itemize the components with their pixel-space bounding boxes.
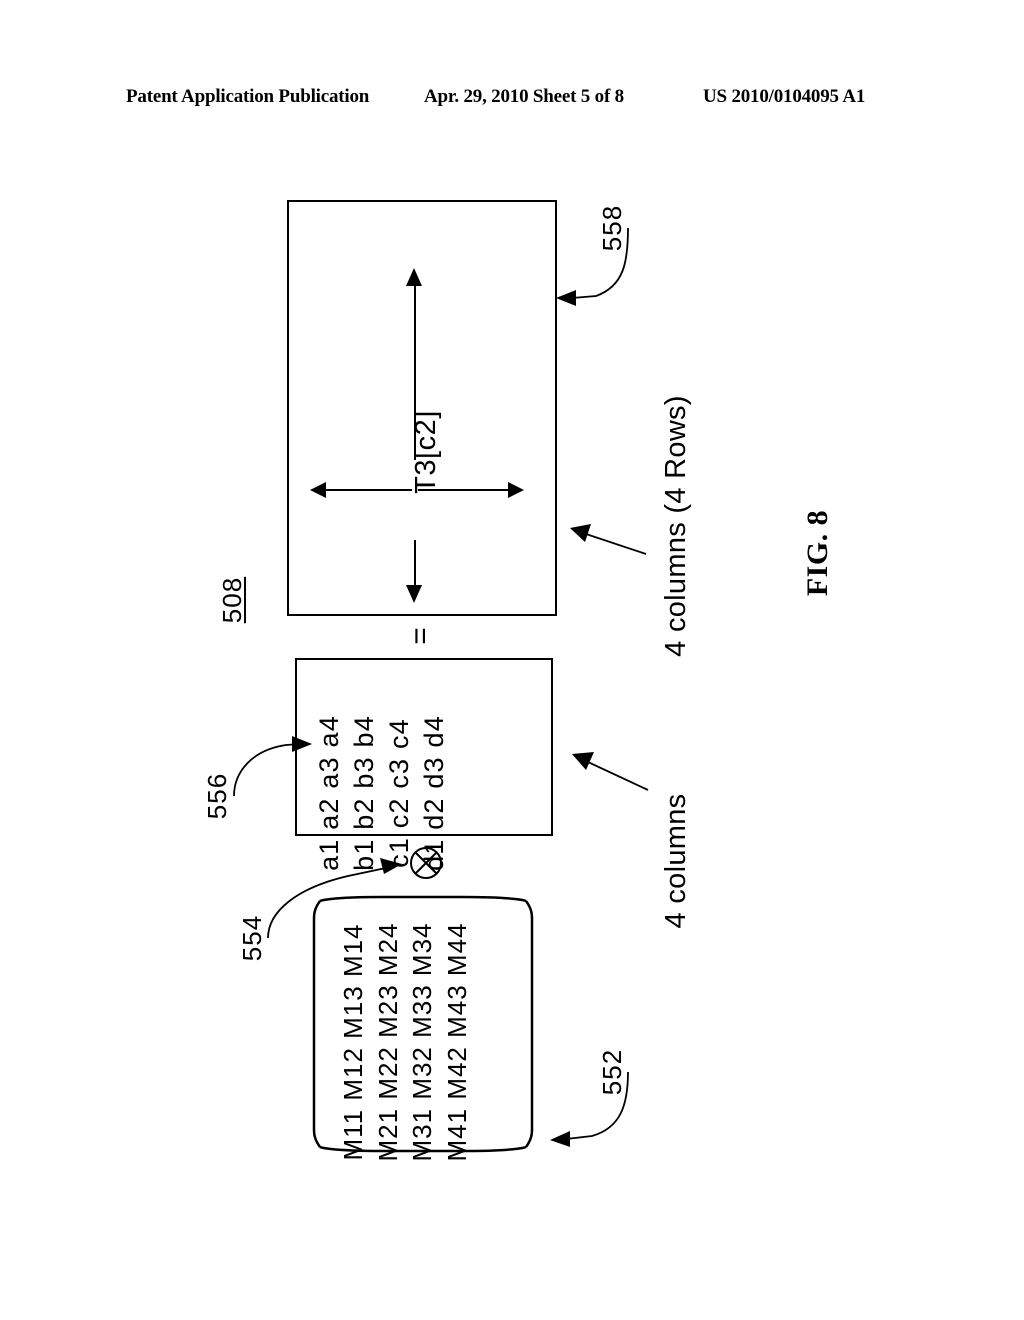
reference-numeral-554: 554 — [237, 914, 267, 962]
list-item: M41 M42 M43 M44 — [441, 922, 472, 1162]
equals-operator: = — [404, 627, 437, 645]
list-item: M21 M22 M23 M24 — [372, 922, 403, 1162]
vertical-axis-arrowhead-lower — [406, 585, 422, 603]
figure-caption: FIG. 8 — [801, 509, 834, 597]
horizontal-axis-arrowhead-right — [508, 482, 524, 498]
publication-date-sheet-label: Apr. 29, 2010 Sheet 5 of 8 — [424, 86, 624, 107]
reference-numeral-556: 556 — [202, 772, 232, 820]
reference-numeral-558: 558 — [597, 204, 627, 252]
coefficient-matrix: M11 M12 M13 M14 M21 M22 M23 M24 M31 M32 … — [312, 895, 534, 1161]
publication-type-label: Patent Application Publication — [126, 86, 370, 107]
circled-times-icon — [409, 846, 443, 880]
list-item: M31 M32 M33 M34 — [407, 922, 437, 1162]
result-tile-label: T3[c2] — [410, 410, 442, 494]
input-vector-box: a1 a2 a3 a4 b1 b2 b3 b4 c1 c2 c3 c4 d1 d… — [295, 658, 553, 871]
coefficient-matrix-rows: M11 M12 M13 M14 M21 M22 M23 M24 M31 M32 … — [276, 923, 534, 1162]
publication-number-label: US 2010/0104095 A1 — [703, 86, 866, 107]
vertical-axis-arrowhead-upper — [406, 268, 422, 286]
reference-numeral-508: 508 — [217, 576, 247, 624]
page-header: Patent Application Publication Apr. 29, … — [0, 86, 1024, 114]
input-vector-rows: a1 a2 a3 a4 b1 b2 b3 b4 c1 c2 c3 c4 d1 d… — [293, 664, 471, 922]
reference-numeral-552: 552 — [597, 1048, 627, 1096]
list-item: a1 a2 a3 a4 — [313, 715, 344, 871]
vector-dimensions-label: 4 columns — [660, 793, 692, 929]
horizontal-axis-arrowhead-left — [310, 482, 326, 498]
horizontal-axis-shaft-left — [322, 489, 412, 491]
result-dimensions-label: 4 columns (4 Rows) — [660, 395, 692, 657]
list-item: b1 b2 b3 b4 — [348, 715, 379, 871]
list-item: M11 M12 M13 M14 — [338, 923, 368, 1161]
